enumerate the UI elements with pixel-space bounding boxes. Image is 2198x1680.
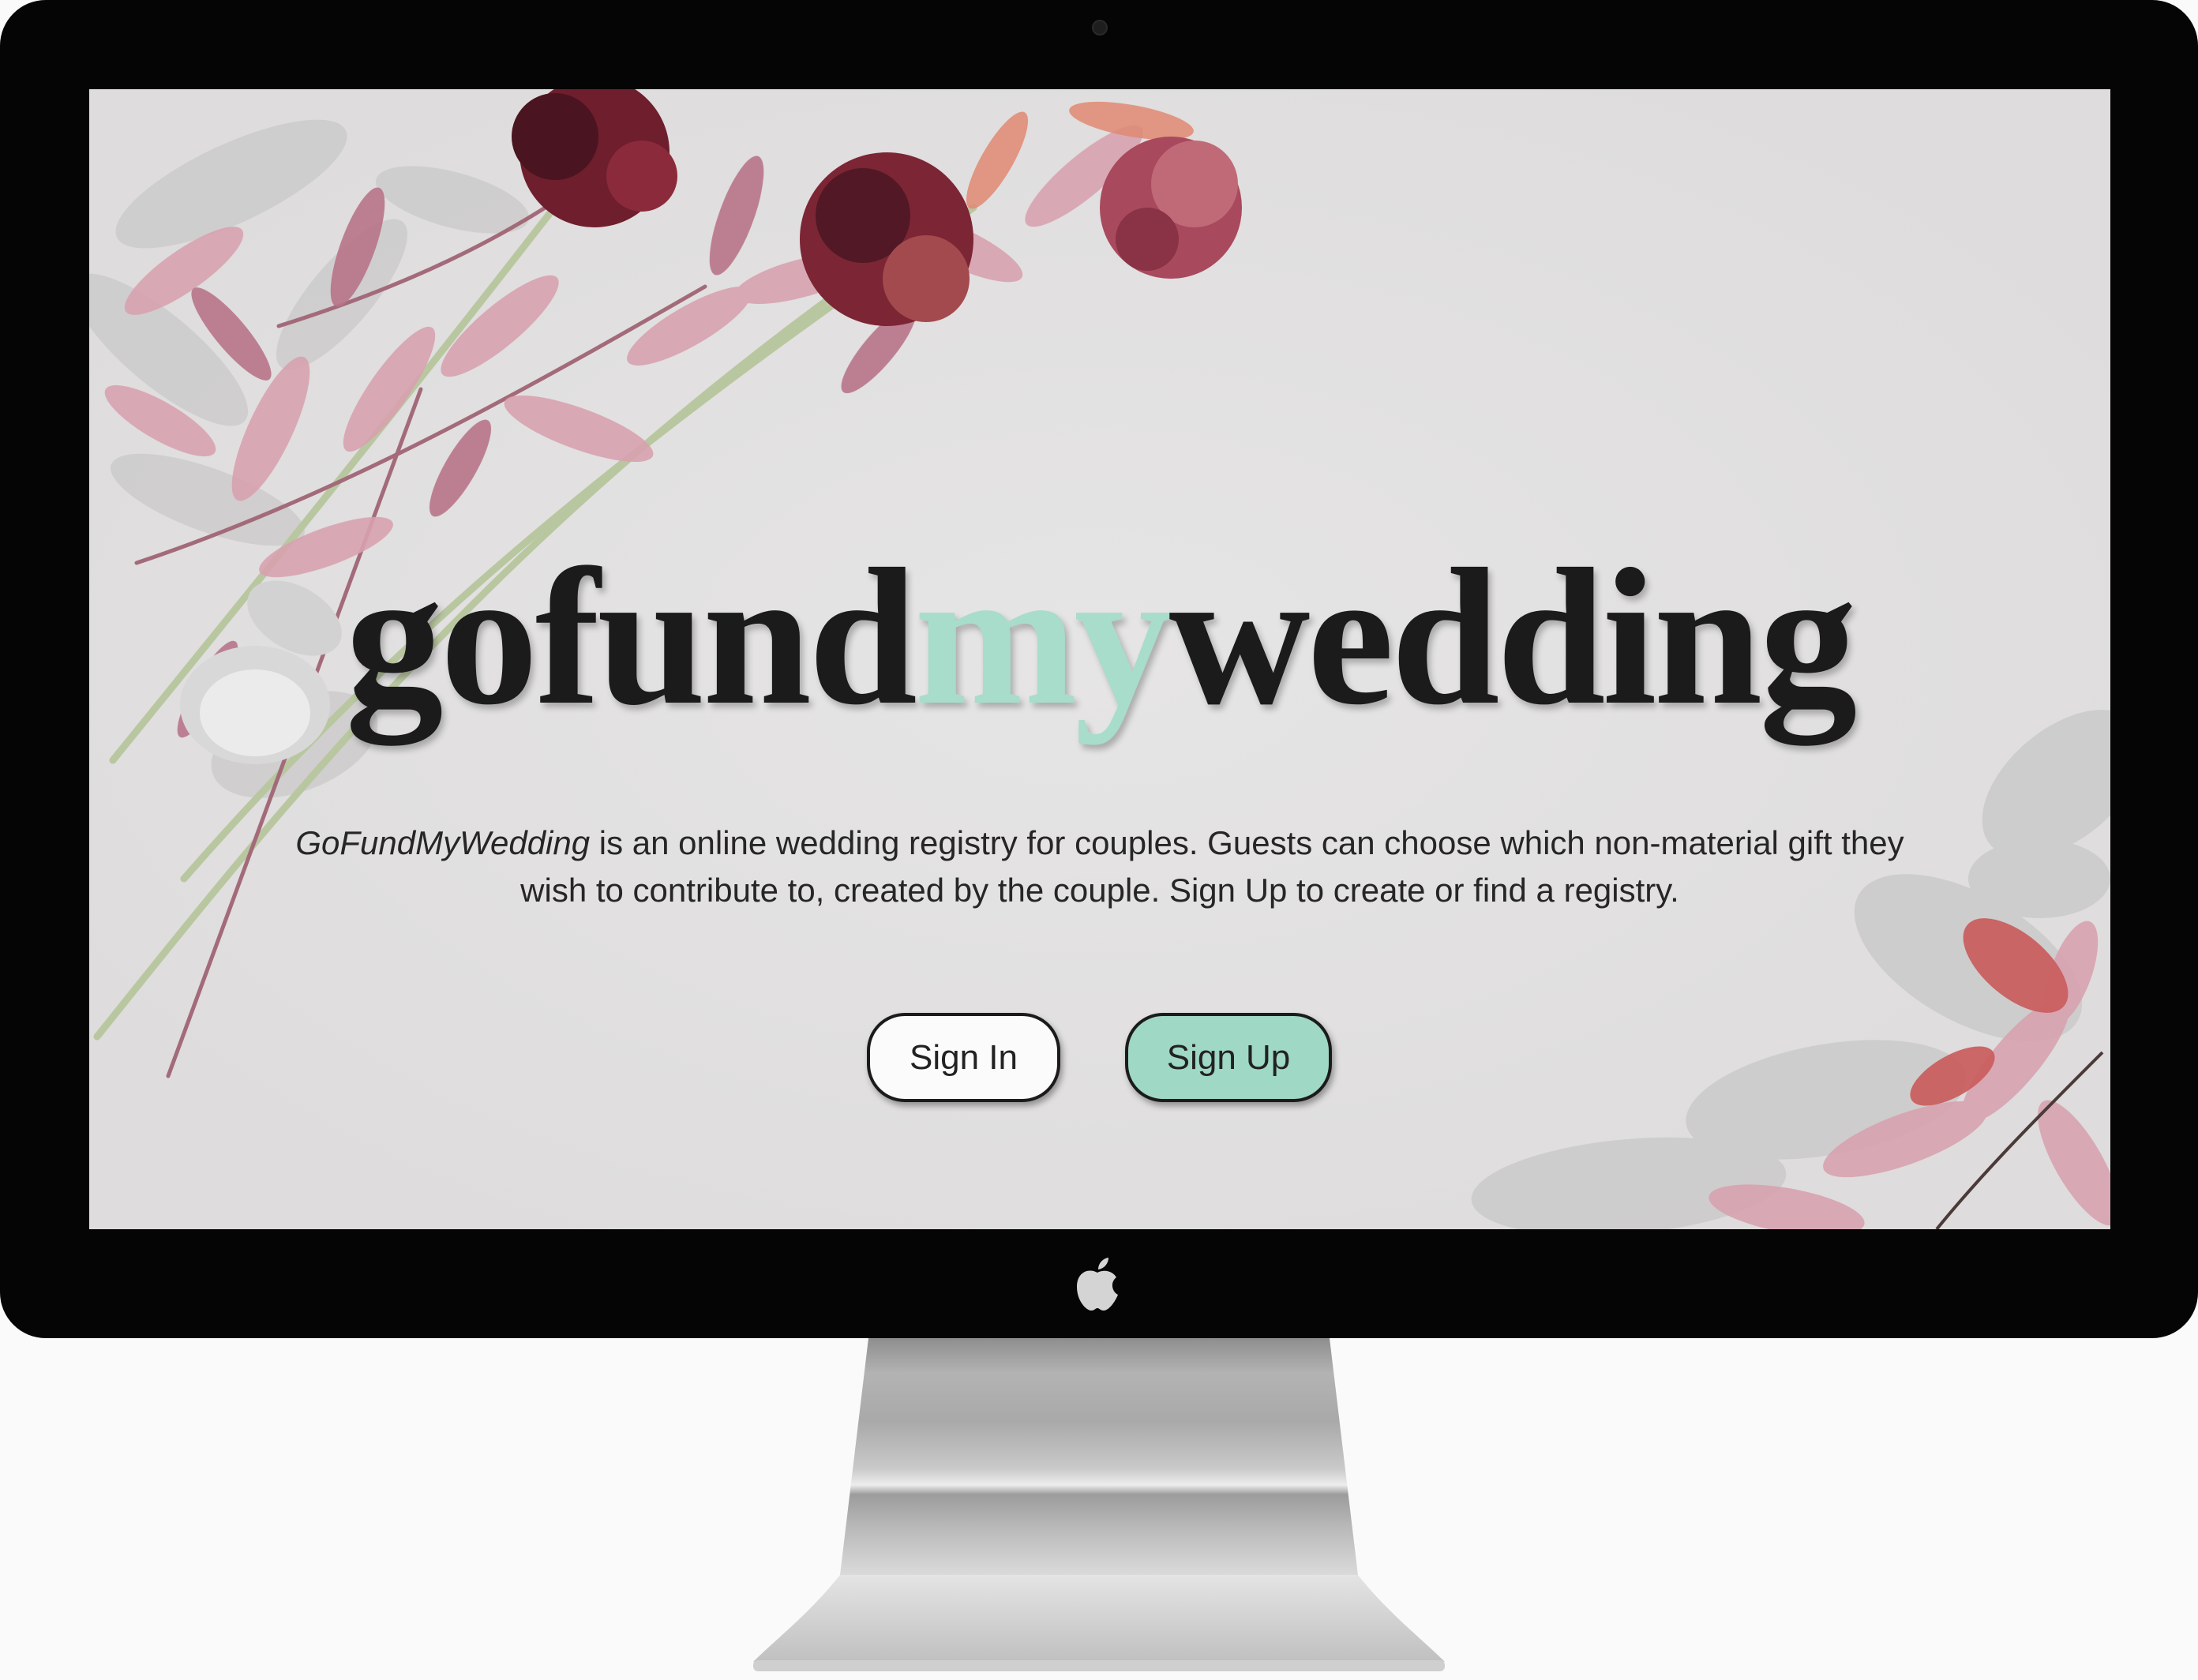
brand-part-my: my <box>913 528 1172 745</box>
monitor-mockup: gofundmywedding GoFundMyWedding is an on… <box>0 0 2198 1680</box>
site-description: GoFundMyWedding is an online wedding reg… <box>263 819 1937 914</box>
landing-screen: gofundmywedding GoFundMyWedding is an on… <box>89 89 2110 1229</box>
camera-dot-icon <box>1092 20 1108 36</box>
description-text: is an online wedding registry for couple… <box>520 824 1904 909</box>
brand-wordmark: gofundmywedding <box>89 539 2110 735</box>
brand-part-gofund: gofund <box>345 528 917 745</box>
brand-part-wedding: wedding <box>1168 528 1858 745</box>
sign-in-button[interactable]: Sign In <box>867 1013 1060 1102</box>
monitor-stand <box>753 1338 1445 1671</box>
description-brand-name: GoFundMyWedding <box>295 824 591 861</box>
monitor-bezel: gofundmywedding GoFundMyWedding is an on… <box>0 0 2198 1338</box>
sign-up-button[interactable]: Sign Up <box>1125 1013 1332 1102</box>
apple-logo-icon <box>1077 1258 1118 1311</box>
